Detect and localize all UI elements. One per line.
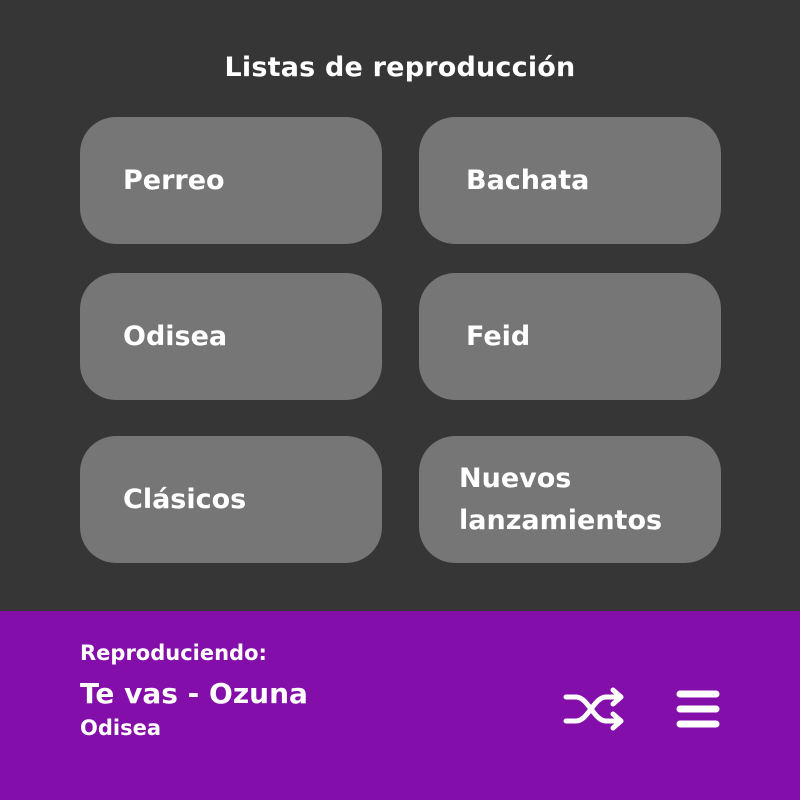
now-playing-label: Reproduciendo:	[80, 641, 267, 665]
playlist-card-label: Clásicos	[123, 483, 247, 515]
playlist-card-label: Nuevos lanzamientos	[459, 462, 663, 536]
playlist-card-label: Feid	[466, 320, 531, 352]
playlist-card-clasicos[interactable]: Clásicos	[80, 436, 382, 563]
playlist-card-label: Perreo	[123, 164, 225, 196]
playlist-card-bachata[interactable]: Bachata	[419, 117, 721, 244]
menu-icon	[676, 690, 720, 728]
page-title: Listas de reproducción	[224, 52, 576, 83]
shuffle-icon	[563, 687, 624, 731]
current-playlist-name: Odisea	[80, 716, 161, 740]
playlist-card-odisea[interactable]: Odisea	[80, 273, 382, 400]
track-title: Te vas - Ozuna	[80, 677, 308, 710]
shuffle-button[interactable]	[562, 687, 628, 731]
playlist-card-feid[interactable]: Feid	[419, 273, 721, 400]
playlist-card-label: Odisea	[123, 320, 228, 352]
menu-button[interactable]	[674, 687, 722, 731]
now-playing-bar: Reproduciendo: Te vas - Ozuna Odisea	[0, 611, 800, 800]
playlist-card-label: Bachata	[466, 164, 590, 196]
playlist-card-nuevos-lanzamientos[interactable]: Nuevos lanzamientos	[419, 436, 721, 563]
playlist-card-perreo[interactable]: Perreo	[80, 117, 382, 244]
playlists-screen: Listas de reproducción Perreo Bachata Od…	[0, 0, 800, 800]
